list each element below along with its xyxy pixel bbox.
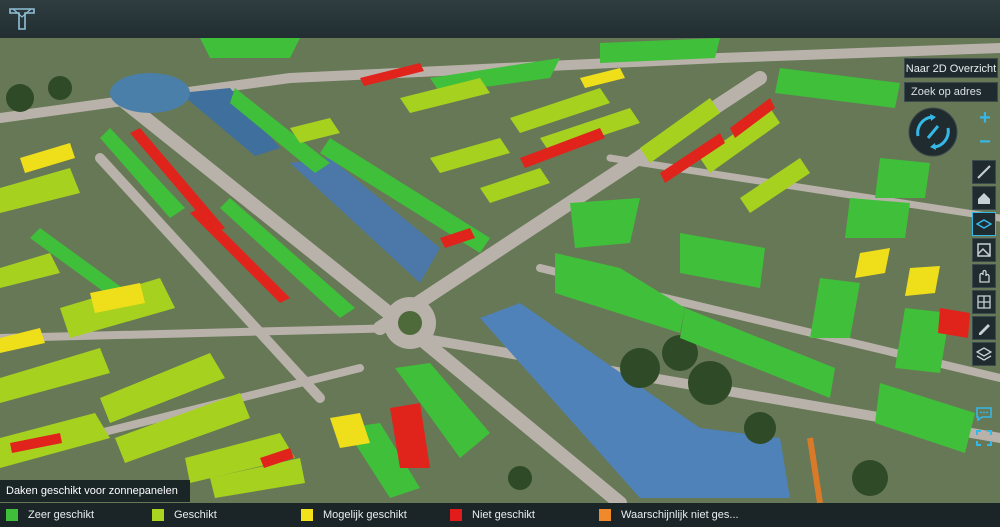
legend-swatch [599, 509, 611, 521]
layers-tool-button[interactable] [972, 212, 996, 236]
legend-label: Waarschijnlijk niet ges... [621, 509, 739, 521]
legend-item: Geschikt [152, 509, 295, 521]
pen-icon [979, 324, 990, 335]
tygron-logo-icon[interactable] [8, 6, 36, 32]
measure-tool-button[interactable] [972, 160, 996, 184]
stack-tool-button[interactable] [972, 342, 996, 366]
chat-button[interactable] [974, 404, 994, 424]
fullscreen-button[interactable] [974, 428, 994, 448]
pen-tool-button[interactable] [972, 316, 996, 340]
chat-icon [976, 407, 992, 422]
legend-swatch [152, 509, 164, 521]
legend-label: Niet geschikt [472, 509, 535, 521]
legend-item: Mogelijk geschikt [301, 509, 444, 521]
compass-rotate-icon[interactable] [906, 106, 964, 158]
view-2d-button[interactable]: Naar 2D Overzicht [904, 58, 998, 78]
layers-icon [976, 219, 992, 229]
legend-item: Waarschijnlijk niet ges... [599, 509, 742, 521]
grid-icon [977, 295, 991, 309]
legend-swatch [6, 509, 18, 521]
tool-strip [972, 160, 998, 368]
hand-icon [979, 269, 990, 283]
fullscreen-icon [976, 430, 992, 446]
zoom-out-button[interactable]: − [974, 132, 996, 154]
legend-label: Mogelijk geschikt [323, 509, 407, 521]
legend-label: Geschikt [174, 509, 217, 521]
legend-label: Zeer geschikt [28, 509, 95, 521]
hand-tool-button[interactable] [972, 264, 996, 288]
stack-icon [976, 347, 992, 361]
legend-bar: Zeer geschikt Geschikt Mogelijk geschikt… [0, 503, 1000, 527]
address-search-input[interactable] [904, 82, 998, 102]
image-tool-button[interactable] [972, 238, 996, 262]
zoom-in-button[interactable]: + [974, 108, 996, 130]
image-icon [977, 243, 991, 257]
top-bar [0, 0, 1000, 39]
home-tool-button[interactable] [972, 186, 996, 210]
home-icon [978, 193, 990, 204]
3d-city-map[interactable] [0, 38, 1000, 503]
legend-item: Zeer geschikt [6, 509, 146, 521]
grid-tool-button[interactable] [972, 290, 996, 314]
legend-swatch [301, 509, 313, 521]
measure-icon [977, 165, 991, 179]
legend-swatch [450, 509, 462, 521]
legend-title: Daken geschikt voor zonnepanelen [0, 480, 190, 502]
legend-item: Niet geschikt [450, 509, 593, 521]
